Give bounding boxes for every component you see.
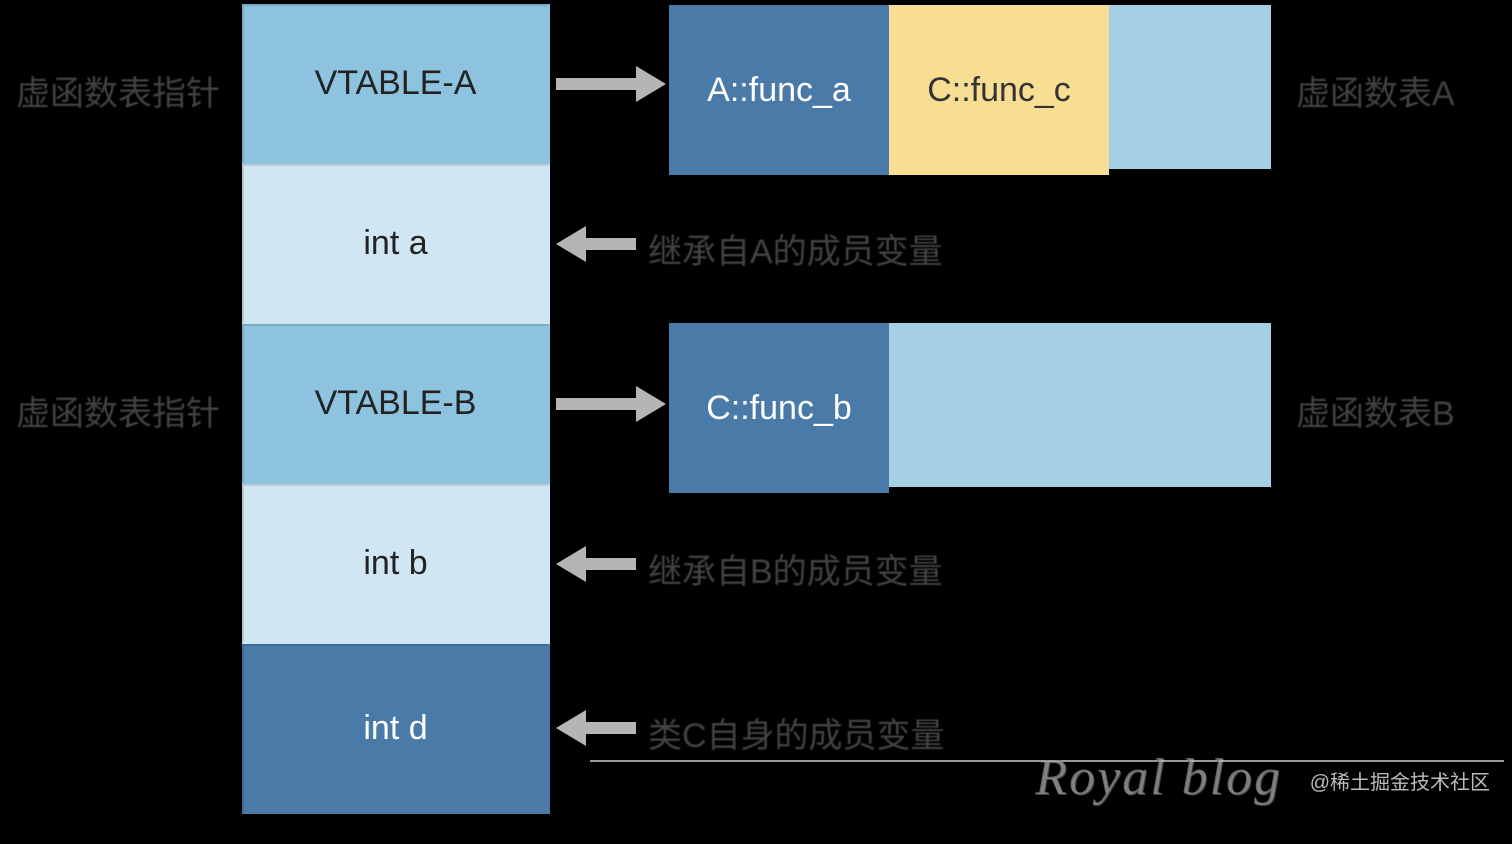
watermark-big: Royal blog [1035,748,1282,807]
stack-label: int b [363,544,427,583]
ghost-left-top: 虚函数表指针 [16,66,220,115]
arrow-shaft [556,398,638,410]
vtable-a-func-a: A::func_a [669,5,889,175]
stack-label: VTABLE-A [315,64,477,103]
stack-cell-int-d: int d [242,644,550,814]
arrow-head-left-icon [556,226,586,262]
stack-label: int d [363,709,427,748]
ghost-right-top: 虚函数表A [1296,66,1455,115]
ghost-note-int-b: 继承自B的成员变量 [648,544,943,593]
vtable-a-func-c: C::func_c [889,5,1109,175]
arrow-head-left-icon [556,710,586,746]
arrow-shaft [584,558,636,570]
ghost-note-int-d: 类C自身的成员变量 [648,708,945,757]
watermark-small: @稀土掘金技术社区 [1310,766,1490,795]
stack-label: VTABLE-B [315,384,477,423]
ghost-right-mid: 虚函数表B [1296,386,1455,435]
arrow-head-right-icon [636,386,666,422]
vtable-cell-label: C::func_b [706,389,852,428]
arrow-head-right-icon [636,66,666,102]
diagram-canvas: VTABLE-A int a VTABLE-B int b int d A::f… [0,0,1512,844]
ghost-note-int-a: 继承自A的成员变量 [648,224,943,273]
vtable-cell-label: A::func_a [707,71,851,110]
vtable-a-row: A::func_a C::func_c [666,2,1274,172]
arrow-note-int-d [556,716,636,740]
vtable-cell-label: C::func_c [927,71,1071,110]
arrow-vtable-a-to-table [556,72,666,96]
stack-label: int a [363,224,427,263]
stack-cell-int-b: int b [242,484,550,644]
stack-cell-vtable-a: VTABLE-A [242,4,550,164]
arrow-vtable-b-to-table [556,392,666,416]
arrow-shaft [556,78,638,90]
stack-cell-vtable-b: VTABLE-B [242,324,550,484]
arrow-head-left-icon [556,546,586,582]
arrow-note-int-a [556,232,636,256]
vtable-b-row: C::func_b [666,320,1274,490]
vtable-b-func-b: C::func_b [669,323,889,493]
stack-cell-int-a: int a [242,164,550,324]
arrow-note-int-b [556,552,636,576]
arrow-shaft [584,238,636,250]
arrow-shaft [584,722,636,734]
ghost-left-mid: 虚函数表指针 [16,386,220,435]
